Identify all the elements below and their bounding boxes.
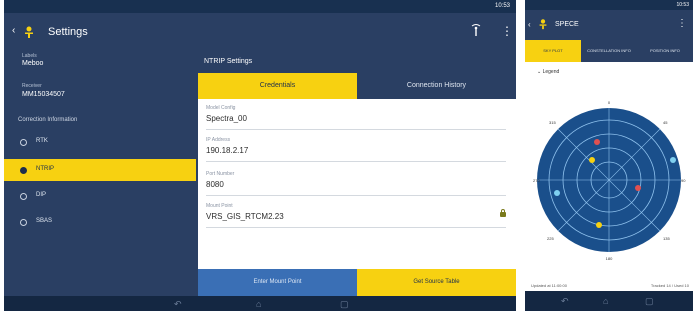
radio-button-icon [20,219,27,226]
direction-label-se: 135 [663,236,670,241]
tab-sky-plot[interactable]: SKY PLOT [525,40,581,62]
mount-point-field[interactable]: VRS_GIS_RTCM2.23 [206,212,284,221]
phone-screen: 10:53 ‹ SPECE ⋮ SKY PLOT CONSTELLATION I… [525,0,693,311]
panel-title: NTRIP Settings [204,58,253,65]
field-label: Mount Point [206,203,233,209]
radio-label: NTRIP [36,166,54,172]
tablet-screen: 10:53 ‹ Settings ⋮ Labels Meboo Receiver… [4,0,516,311]
tab-connection-history[interactable]: Connection History [357,73,516,99]
satellite-marker[interactable] [589,157,595,163]
model-config-field[interactable]: Spectra_00 [206,114,247,123]
labels-label: Labels [22,53,37,59]
app-title: SPECE [555,21,579,28]
direction-label-sw: 225 [547,236,554,241]
field-underline [206,161,506,162]
direction-label-nw: 315 [549,120,556,125]
nav-home-icon[interactable]: ⌂ [256,300,261,309]
radio-button-selected-icon [20,167,27,174]
field-label: Port Number [206,171,235,177]
receiver-value: MM15034507 [22,91,65,98]
navigation-bar: ↶ ⌂ ▢ [4,296,516,311]
satellite-marker[interactable] [670,157,676,163]
direction-label-w: 270 [533,178,540,183]
status-time: 10:53 [494,3,510,9]
receiver-label: Receiver [22,83,42,89]
app-logo-icon [539,19,547,30]
status-bar: 10:53 [525,0,693,10]
skyplot-footer: Updated at 11:00:00 Tracked 14 / Used 10 [525,280,693,291]
nav-recents-icon[interactable]: ▢ [645,297,654,306]
satellite-marker[interactable] [594,139,600,145]
app-logo-icon [25,26,33,38]
app-bar: ‹ Settings ⋮ [4,13,516,51]
radio-option-ntrip[interactable]: NTRIP [4,159,196,181]
radio-option-sbas[interactable]: SBAS [4,211,196,233]
satellite-marker[interactable] [596,222,602,228]
correction-section-title: Correction Information [18,117,78,123]
more-menu-icon[interactable]: ⋮ [501,24,513,38]
panel-header: NTRIP Settings [198,51,516,73]
action-bar: Enter Mount Point Get Source Table [198,269,516,296]
radio-option-dip[interactable]: DIP [4,185,196,207]
radio-button-icon [20,139,27,146]
legend-toggle[interactable]: ⌄ Legend [537,69,559,75]
tab-bar: Credentials Connection History [198,73,516,99]
satellite-count: Tracked 14 / Used 10 [650,283,689,288]
correction-sidebar: Labels Meboo Receiver MM15034507 Correct… [4,51,196,296]
phone-tab-bar: SKY PLOT CONSTELLATION INFO POSITION INF… [525,40,693,62]
page-title: Settings [48,26,88,38]
satellite-marker[interactable] [554,190,560,196]
status-time: 10:53 [676,2,689,8]
labels-value: Meboo [22,60,44,67]
radio-label: SBAS [36,218,53,224]
ip-address-field[interactable]: 190.18.2.17 [206,146,248,155]
field-label: Model Config [206,105,236,111]
radio-button-icon [20,193,27,200]
nav-home-icon[interactable]: ⌂ [603,297,608,306]
field-underline [206,227,506,228]
tab-constellation-info[interactable]: CONSTELLATION INFO [581,40,637,62]
sky-plot: 0 180 270 90 45 315 135 225 [533,100,686,261]
radio-label: DIP [36,192,47,198]
enter-mount-point-button[interactable]: Enter Mount Point [198,269,357,296]
tab-position-info[interactable]: POSITION INFO [637,40,693,62]
port-number-field[interactable]: 8080 [206,180,224,189]
nav-recents-icon[interactable]: ▢ [340,300,349,309]
back-arrow-icon[interactable]: ‹ [528,20,531,29]
field-label: IP Address [206,137,231,143]
lock-icon [500,209,506,217]
back-arrow-icon[interactable]: ‹ [12,25,15,36]
antenna-icon[interactable] [470,23,482,37]
radio-label: RTK [36,138,48,144]
status-bar: 10:53 [4,0,516,13]
nav-back-icon[interactable]: ↶ [174,300,182,309]
nav-back-icon[interactable]: ↶ [561,297,569,306]
radio-option-rtk[interactable]: RTK [4,131,196,153]
direction-label-s: 180 [606,256,613,261]
ntrip-settings-panel: NTRIP Settings Credentials Connection Hi… [198,51,516,296]
direction-label-n: 0 [608,100,611,105]
field-underline [206,195,506,196]
update-time: Updated at 11:00:00 [531,283,567,288]
direction-label-e: 90 [681,178,686,183]
app-bar: ‹ SPECE ⋮ [525,10,693,40]
field-underline [206,129,506,130]
tab-credentials[interactable]: Credentials [198,73,357,99]
get-source-table-button[interactable]: Get Source Table [357,269,516,296]
navigation-bar: ↶ ⌂ ▢ [525,291,693,311]
satellite-marker[interactable] [635,185,641,191]
more-menu-icon[interactable]: ⋮ [677,18,687,29]
credentials-form: Model Config Spectra_00 IP Address 190.1… [198,99,516,269]
direction-label-ne: 45 [663,120,668,125]
legend-label: Legend [542,69,560,75]
